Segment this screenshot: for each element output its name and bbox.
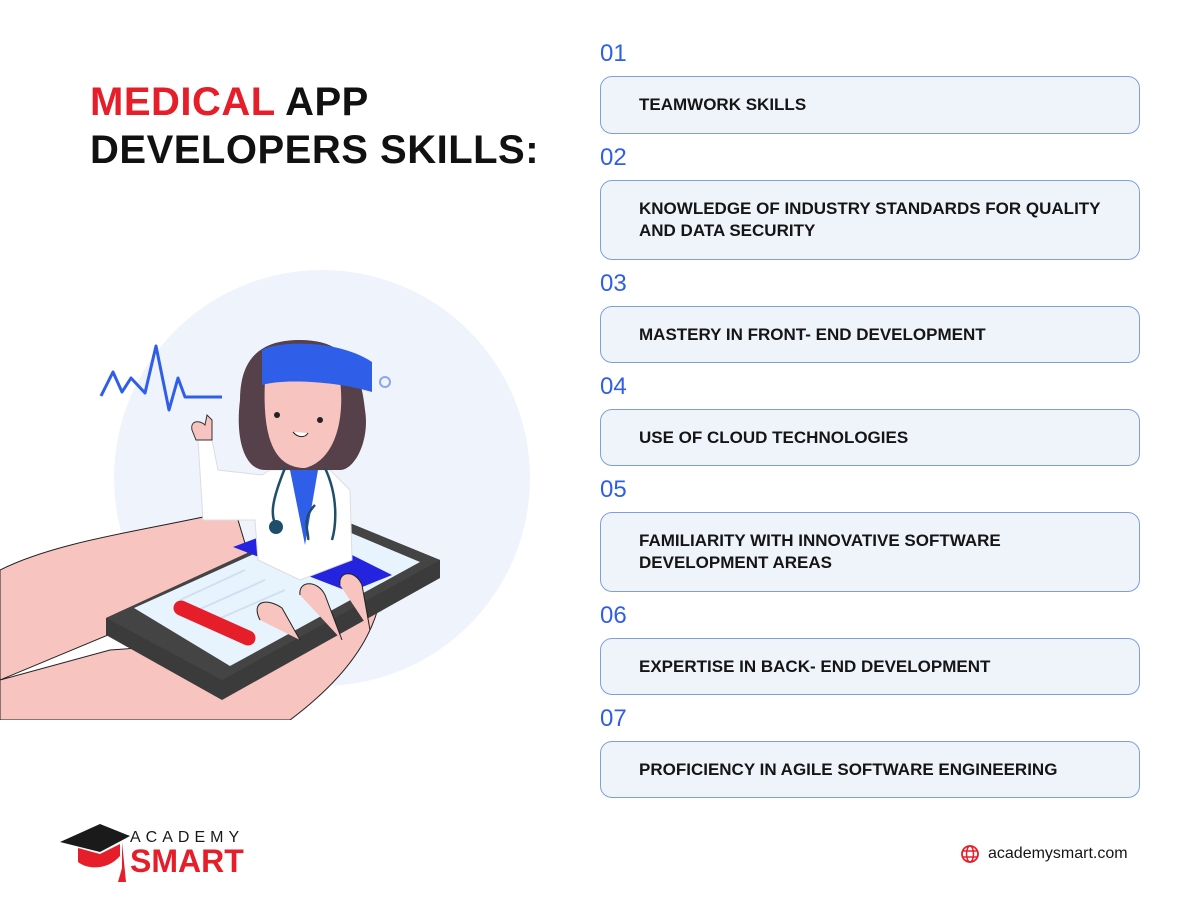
skill-label: TEAMWORK SKILLS xyxy=(600,76,1140,134)
skill-item: 05 FAMILIARITY WITH INNOVATIVE SOFTWARE … xyxy=(600,476,1140,592)
title-accent: MEDICAL xyxy=(90,80,275,124)
skill-number: 02 xyxy=(600,144,627,171)
title-rest: APP xyxy=(274,80,369,124)
skill-item: 02 KNOWLEDGE OF INDUSTRY STANDARDS FOR Q… xyxy=(600,144,1140,260)
website-text: academysmart.com xyxy=(988,845,1128,862)
skill-label: PROFICIENCY IN AGILE SOFTWARE ENGINEERIN… xyxy=(600,741,1140,798)
skill-number: 03 xyxy=(600,270,627,297)
page-title: MEDICAL APP DEVELOPERS SKILLS: xyxy=(90,78,539,174)
skill-label: KNOWLEDGE OF INDUSTRY STANDARDS FOR QUAL… xyxy=(600,180,1140,260)
skill-number: 07 xyxy=(600,705,627,732)
skills-list: 01 TEAMWORK SKILLS 02 KNOWLEDGE OF INDUS… xyxy=(600,40,1140,798)
skill-number: 04 xyxy=(600,373,627,400)
skill-label: USE OF CLOUD TECHNOLOGIES xyxy=(600,409,1140,466)
skill-number: 06 xyxy=(600,602,627,629)
skill-item: 01 TEAMWORK SKILLS xyxy=(600,40,1140,134)
skill-number: 01 xyxy=(600,40,627,67)
skill-item: 03 MASTERY IN FRONT- END DEVELOPMENT xyxy=(600,270,1140,363)
logo-line2: SMART xyxy=(130,843,244,879)
skill-label: EXPERTISE IN BACK- END DEVELOPMENT xyxy=(600,638,1140,695)
academy-smart-logo[interactable]: ACADEMY SMART xyxy=(58,820,248,890)
globe-icon xyxy=(961,845,979,863)
skill-item: 06 EXPERTISE IN BACK- END DEVELOPMENT xyxy=(600,602,1140,695)
skill-item: 04 USE OF CLOUD TECHNOLOGIES xyxy=(600,373,1140,466)
skill-number: 05 xyxy=(600,476,627,503)
website-link[interactable]: academysmart.com xyxy=(960,844,1128,864)
skill-label: FAMILIARITY WITH INNOVATIVE SOFTWARE DEV… xyxy=(600,512,1140,592)
skill-label: MASTERY IN FRONT- END DEVELOPMENT xyxy=(600,306,1140,363)
doctor-phone-illustration xyxy=(0,270,530,720)
title-line2: DEVELOPERS SKILLS: xyxy=(90,128,540,172)
skill-item: 07 PROFICIENCY IN AGILE SOFTWARE ENGINEE… xyxy=(600,705,1140,798)
